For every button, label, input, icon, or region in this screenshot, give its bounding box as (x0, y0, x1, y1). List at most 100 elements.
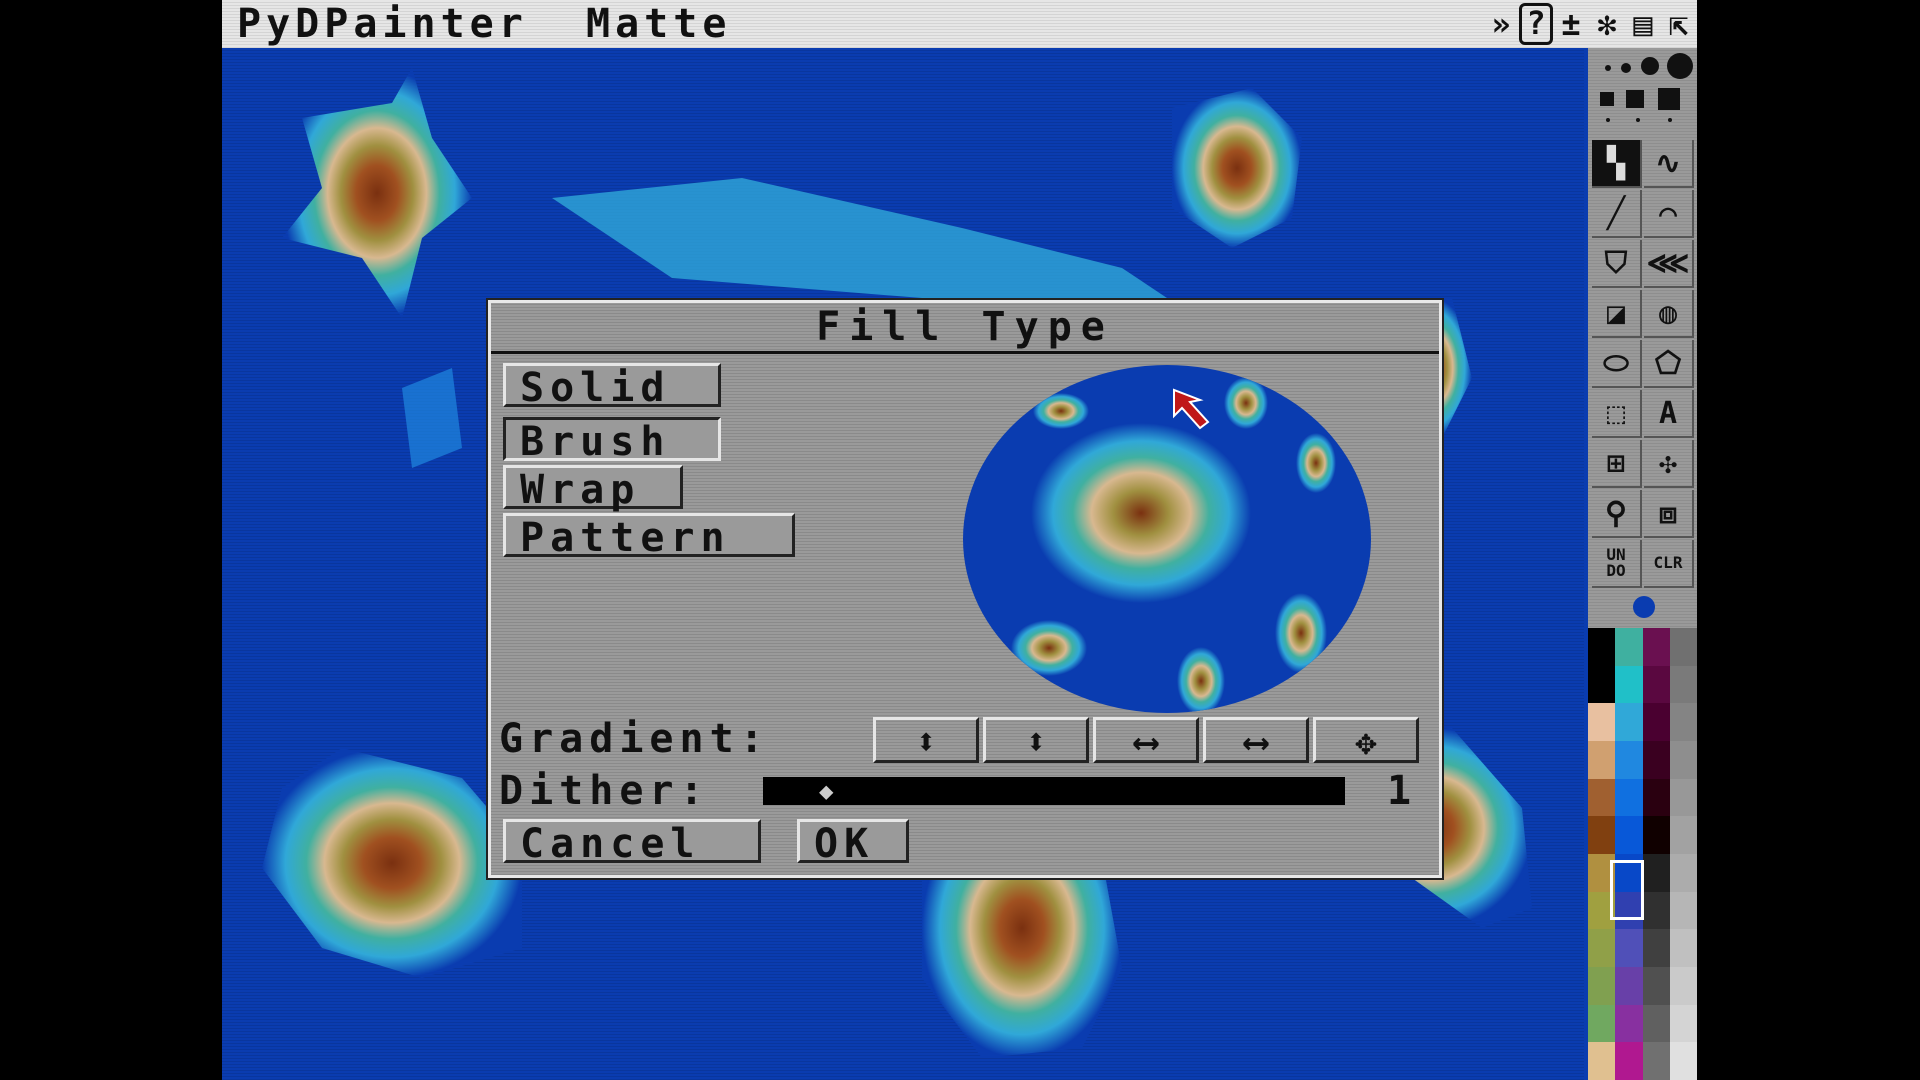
undo-icon[interactable]: UN DO (1592, 540, 1642, 588)
palette-swatch[interactable] (1669, 665, 1697, 704)
ok-button[interactable]: OK (797, 819, 909, 866)
cancel-button[interactable]: Cancel (503, 819, 761, 866)
palette-swatch[interactable] (1588, 741, 1616, 779)
palette-swatch[interactable] (1669, 778, 1697, 817)
dither-slider[interactable]: ◆ (763, 777, 1345, 805)
resize-icon[interactable]: ⇱ (1661, 0, 1697, 48)
palette-swatch[interactable] (1669, 703, 1697, 741)
radial-gradient-icon[interactable]: ✥ (1313, 717, 1419, 763)
line-icon[interactable]: ╱ (1592, 190, 1642, 238)
palette-swatch[interactable] (1615, 929, 1643, 967)
palette-swatch[interactable] (1642, 891, 1670, 930)
palette-swatch[interactable] (1588, 1004, 1616, 1043)
palette-swatch[interactable] (1615, 778, 1643, 817)
horizontal-contour-gradient-icon[interactable]: ⟷ (1203, 717, 1309, 763)
palette-swatch[interactable] (1642, 967, 1670, 1005)
sparkle-icon[interactable]: ✻ (1589, 0, 1625, 48)
mode-label: Matte (586, 1, 732, 47)
palette-swatch[interactable] (1669, 854, 1697, 892)
zoom-icon[interactable]: ⧈ (1644, 490, 1694, 538)
pydpainter-screen: PyDPainter Matte »? ± ✻ ▤ ⇱ Fill Type So… (222, 0, 1697, 1080)
dither-knob-icon[interactable]: ◆ (819, 779, 833, 803)
palette-swatch[interactable] (1669, 1042, 1697, 1080)
menu-icon[interactable]: ▤ (1625, 0, 1661, 48)
dither-label: Dither: (499, 768, 710, 814)
continuous-freehand-icon[interactable]: ∿ (1644, 140, 1694, 188)
palette-swatch[interactable] (1642, 1042, 1670, 1080)
palette-swatch[interactable] (1642, 628, 1670, 666)
palette-swatch[interactable] (1588, 1042, 1616, 1080)
help-icon[interactable]: ? (1519, 3, 1553, 45)
coords-icon[interactable]: ± (1553, 0, 1589, 48)
gradient-label: Gradient: (499, 716, 770, 762)
clear-icon[interactable]: CLR (1644, 540, 1694, 588)
vertical-contour-gradient-icon[interactable]: ⬍ (983, 717, 1089, 763)
text-icon[interactable]: A (1644, 390, 1694, 438)
palette-swatch[interactable] (1642, 665, 1670, 704)
screen-toggle-icon[interactable]: » (1483, 0, 1519, 48)
dialog-title: Fill Type (491, 303, 1439, 354)
palette-swatch[interactable] (1642, 1004, 1670, 1043)
toolbox: ▚ ∿ ╱ ⌒ ⛉ ⋘ ◪ ◍ ⬭ ⬠ ⬚ A ⊞ ✣ ⚲ ⧈ UN DO CLR (1588, 48, 1697, 1080)
brush-select-icon[interactable]: ⬚ (1592, 390, 1642, 438)
palette-swatch[interactable] (1642, 816, 1670, 854)
palette-swatch[interactable] (1669, 967, 1697, 1005)
curve-icon[interactable]: ⌒ (1644, 190, 1694, 238)
palette-swatch[interactable] (1615, 665, 1643, 704)
airbrush-icon[interactable]: ⋘ (1644, 240, 1694, 288)
current-color-indicator (1633, 596, 1655, 618)
circle-icon[interactable]: ◍ (1644, 290, 1694, 338)
palette-swatch[interactable] (1588, 778, 1616, 817)
app-name: PyDPainter (237, 1, 528, 47)
fill-type-dialog: Fill Type Solid Brush Wrap Pattern Gradi… (486, 298, 1444, 880)
fill-preview-sphere (963, 365, 1371, 713)
grid-icon[interactable]: ⊞ (1592, 440, 1642, 488)
palette-swatch[interactable] (1588, 929, 1616, 967)
polygon-icon[interactable]: ⬠ (1644, 340, 1694, 388)
palette-swatch[interactable] (1615, 1042, 1643, 1080)
fill-icon[interactable]: ⛉ (1592, 240, 1642, 288)
palette-swatch[interactable] (1615, 741, 1643, 779)
brush-sizes-icon[interactable] (1588, 48, 1697, 128)
dotted-freehand-icon[interactable]: ▚ (1592, 140, 1642, 188)
color-palette[interactable] (1588, 628, 1697, 1080)
brush-option-button[interactable]: Brush (503, 417, 721, 464)
wrap-option-button[interactable]: Wrap (503, 465, 683, 512)
pattern-option-button[interactable]: Pattern (503, 513, 795, 560)
palette-swatch[interactable] (1615, 703, 1643, 741)
palette-swatch[interactable] (1615, 816, 1643, 854)
palette-swatch[interactable] (1642, 703, 1670, 741)
palette-swatch[interactable] (1642, 929, 1670, 967)
palette-swatch[interactable] (1642, 741, 1670, 779)
palette-swatch[interactable] (1588, 665, 1616, 704)
palette-swatch[interactable] (1588, 967, 1616, 1005)
rectangle-icon[interactable]: ◪ (1592, 290, 1642, 338)
solid-option-button[interactable]: Solid (503, 363, 721, 410)
selected-color-marker (1610, 860, 1644, 920)
palette-swatch[interactable] (1588, 703, 1616, 741)
palette-swatch[interactable] (1588, 816, 1616, 854)
palette-swatch[interactable] (1669, 1004, 1697, 1043)
magnify-icon[interactable]: ⚲ (1592, 490, 1642, 538)
app-title: PyDPainter Matte (237, 0, 731, 48)
palette-swatch[interactable] (1669, 816, 1697, 854)
symmetry-icon[interactable]: ✣ (1644, 440, 1694, 488)
palette-swatch[interactable] (1669, 741, 1697, 779)
palette-swatch[interactable] (1588, 628, 1616, 666)
palette-swatch[interactable] (1615, 967, 1643, 1005)
vertical-gradient-icon[interactable]: ⬍ (873, 717, 979, 763)
palette-swatch[interactable] (1642, 778, 1670, 817)
palette-swatch[interactable] (1642, 854, 1670, 892)
menu-icons: »? ± ✻ ▤ ⇱ (1483, 0, 1697, 48)
dither-value: 1 (1387, 768, 1418, 814)
drawing-canvas[interactable]: Fill Type Solid Brush Wrap Pattern Gradi… (222, 48, 1584, 1080)
screen-title-bar[interactable]: PyDPainter Matte »? ± ✻ ▤ ⇱ (222, 0, 1697, 48)
mouse-pointer-icon (1173, 388, 1210, 430)
horizontal-gradient-icon[interactable]: ⟷ (1093, 717, 1199, 763)
palette-swatch[interactable] (1669, 929, 1697, 967)
palette-swatch[interactable] (1669, 891, 1697, 930)
palette-swatch[interactable] (1615, 1004, 1643, 1043)
palette-swatch[interactable] (1669, 628, 1697, 666)
palette-swatch[interactable] (1615, 628, 1643, 666)
ellipse-icon[interactable]: ⬭ (1592, 340, 1642, 388)
